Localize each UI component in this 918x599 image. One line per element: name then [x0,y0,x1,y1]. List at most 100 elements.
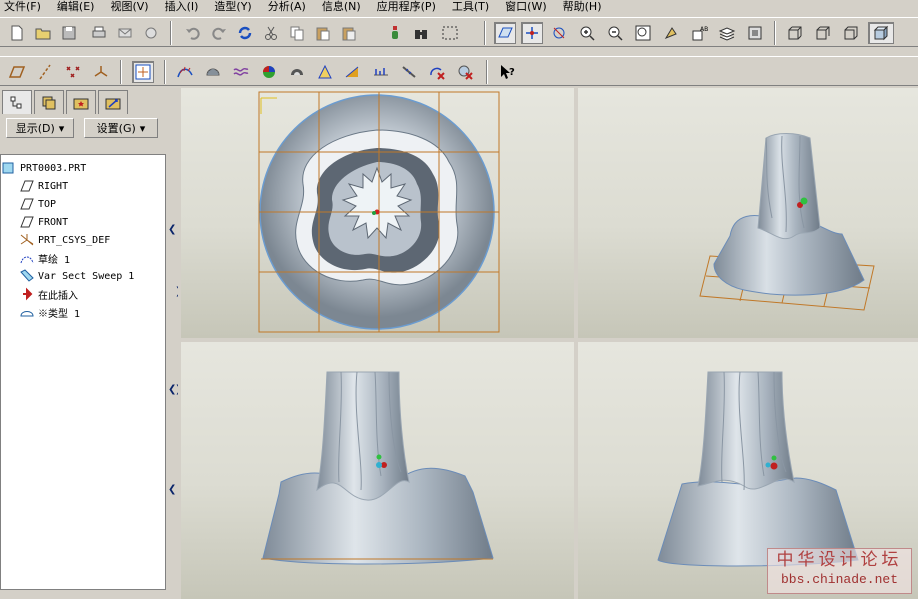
whats-this-icon[interactable]: ? [496,61,518,83]
navigator-tabs [2,90,130,114]
tree-item-sketch[interactable]: 草绘 1 [1,249,165,267]
navigator-panel: 显示(D) ▾ 设置(G) ▾ PRT0003.PRT RIGHT TOP FRON… [0,88,178,599]
chevron-left-icon[interactable]: ❮ [168,224,176,235]
menu-file[interactable]: 文件(F) [0,0,41,14]
tree-item-label: 草绘 1 [38,254,71,266]
menu-modeling[interactable]: 造型(Y) [210,0,251,14]
undo-icon[interactable] [182,22,204,44]
viewport-isometric-view[interactable] [578,88,918,338]
model-tree-icon [10,96,22,108]
print-icon[interactable] [88,22,110,44]
paste-icon[interactable] [312,22,334,44]
favorites-tab[interactable] [66,90,96,114]
tree-item-csys[interactable]: PRT_CSYS_DEF [1,231,165,249]
datum-point-icon[interactable] [62,61,84,83]
menu-applications[interactable]: 应用程序(P) [373,0,436,14]
watermark: 中华设计论坛 bbs.chinade.net [767,548,912,594]
menu-help[interactable]: 帮助(H) [559,0,602,14]
selection-box-icon[interactable] [436,22,464,44]
menu-window[interactable]: 窗口(W) [501,0,546,14]
reorient-icon[interactable] [660,22,682,44]
shading-icon[interactable] [868,22,894,44]
named-view-icon[interactable]: AB [688,22,710,44]
tree-item-style[interactable]: ※类型 1 [1,303,165,321]
chevron-left-icon[interactable]: ❮ [168,484,176,495]
open-file-icon[interactable] [32,22,54,44]
cone-body [697,371,795,490]
datum-plane-icon[interactable] [6,61,28,83]
draft-analysis-icon[interactable] [286,61,308,83]
offset-analysis-icon[interactable] [230,61,252,83]
chevron-down-icon: ▾ [58,121,65,135]
view-manager-icon[interactable] [744,22,766,44]
datum-plane-icon [19,178,35,194]
section-analysis-icon[interactable] [202,61,224,83]
tree-item-label: PRT_CSYS_DEF [38,234,111,246]
datum-axis-icon[interactable] [34,61,56,83]
viewport-front-view[interactable] [181,342,574,599]
viewport-top-view[interactable] [181,88,574,338]
send-print-icon[interactable] [140,22,162,44]
layers-icon[interactable] [716,22,738,44]
slope-analysis-icon[interactable] [314,61,336,83]
paste-special-icon[interactable] [338,22,360,44]
svg-text:?: ? [509,67,515,78]
cone-body [316,371,410,501]
deviation-icon[interactable] [398,61,420,83]
cut-icon[interactable] [260,22,282,44]
dihedral-icon[interactable] [370,61,392,83]
zoom-in-icon[interactable] [576,22,598,44]
hidden-line-icon[interactable] [812,22,834,44]
refit-icon[interactable] [632,22,654,44]
application-window: { "menubar": { "items": ["文件(F)","编辑(E)"… [0,0,918,599]
main-toolbar: AB [0,17,918,47]
tree-item-right[interactable]: RIGHT [1,177,165,195]
tree-item-label: ※类型 1 [38,308,81,320]
curvature-analysis-icon[interactable] [174,61,196,83]
tree-item-label: FRONT [38,216,69,228]
save-icon[interactable] [58,22,80,44]
toggle-axes-icon[interactable] [521,22,543,44]
find-icon[interactable] [410,22,432,44]
model-tree-tab[interactable] [2,90,32,114]
tree-item-label: Var Sect Sweep 1 [38,270,135,282]
zoom-out-icon[interactable] [604,22,626,44]
tree-item-sweep[interactable]: Var Sect Sweep 1 [1,267,165,285]
reflection-icon[interactable] [342,61,364,83]
redo-icon[interactable] [208,22,230,44]
insert-here-icon [19,286,35,302]
menu-info[interactable]: 信息(N) [318,0,361,14]
model-player-icon[interactable] [384,22,406,44]
tree-item-insert-here[interactable]: 在此插入 [1,285,165,303]
sketch-tool-icon[interactable] [132,61,154,83]
tree-item-front[interactable]: FRONT [1,213,165,231]
settings-dropdown-button[interactable]: 设置(G) ▾ [84,118,158,138]
sweep-icon [19,268,35,284]
menu-edit[interactable]: 编辑(E) [53,0,95,14]
menu-tools[interactable]: 工具(T) [448,0,489,14]
show-dropdown-button[interactable]: 显示(D) ▾ [6,118,74,138]
graphics-area [178,88,918,599]
datum-csys-icon[interactable] [90,61,112,83]
send-mail-icon[interactable] [114,22,136,44]
delete-all-analysis-icon[interactable] [454,61,476,83]
tree-item-part[interactable]: PRT0003.PRT [1,159,165,177]
panel-splitter[interactable]: ❮ ❮ ❮ [166,154,178,590]
menu-insert[interactable]: 插入(I) [161,0,199,14]
new-file-icon[interactable] [6,22,28,44]
tree-item-top[interactable]: TOP [1,195,165,213]
delete-analysis-icon[interactable] [426,61,448,83]
regenerate-icon[interactable] [234,22,256,44]
no-hidden-icon[interactable] [840,22,862,44]
feature-tree-tab[interactable] [98,90,128,114]
toggle-datum-planes-icon[interactable] [494,22,516,44]
toggle-points-icon[interactable] [548,22,570,44]
part-icon [1,160,17,176]
shaded-curvature-icon[interactable] [258,61,280,83]
layer-tree-tab[interactable] [34,90,64,114]
sketch-icon [19,250,35,266]
copy-icon[interactable] [286,22,308,44]
wireframe-icon[interactable] [784,22,806,44]
menu-view[interactable]: 视图(V) [106,0,148,14]
menu-analysis[interactable]: 分析(A) [264,0,306,14]
